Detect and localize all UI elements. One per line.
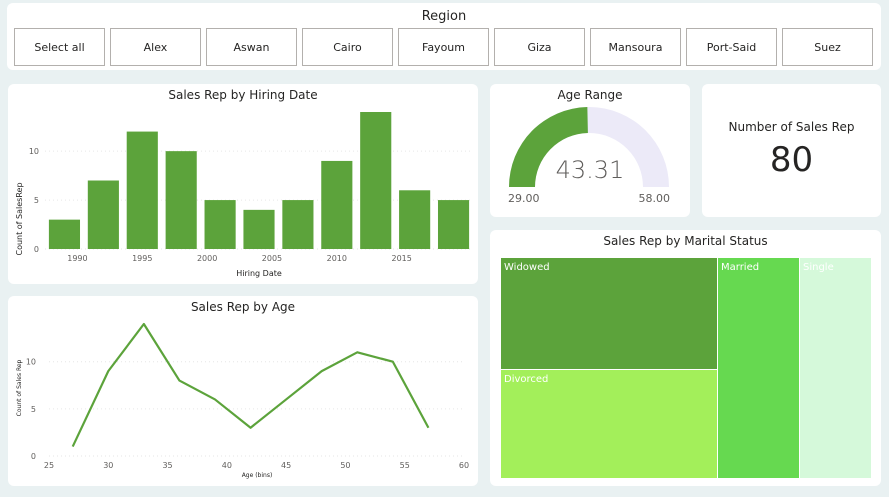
marital-status-treemap: Sales Rep by Marital Status Widowed Divo… <box>490 230 881 486</box>
hiring-y-tick: 10 <box>29 147 39 156</box>
hiring-x-tick: 2015 <box>391 254 411 263</box>
hiring-bar <box>165 151 197 249</box>
age-chart-canvas: Count of Sales Rep Age (bins) 0 5 10 25 30 35… <box>16 322 469 479</box>
age-series-line <box>71 322 430 448</box>
region-option-select-all[interactable]: Select all <box>14 28 105 66</box>
age-x-tick: 55 <box>400 461 410 470</box>
gauge-min-label: 29.00 <box>508 192 540 205</box>
hiring-bar <box>204 200 236 249</box>
region-option-mansoura[interactable]: Mansoura <box>590 28 681 66</box>
treemap-tile-divorced[interactable]: Divorced <box>501 370 717 478</box>
kpi-label: Number of Sales Rep <box>728 120 855 134</box>
treemap-tile-widowed[interactable]: Widowed <box>501 258 717 369</box>
hiring-x-tick: 2010 <box>327 254 347 263</box>
hiring-x-tick: 2000 <box>197 254 217 263</box>
treemap-label-married: Married <box>721 262 760 273</box>
region-option-port-said[interactable]: Port-Said <box>686 28 777 66</box>
hiring-date-chart: Sales Rep by Hiring Date Count of SalesR… <box>8 84 478 284</box>
hiring-bar <box>282 200 314 249</box>
age-x-tick: 30 <box>103 461 113 470</box>
hiring-bar <box>437 200 470 249</box>
region-option-cairo[interactable]: Cairo <box>302 28 393 66</box>
kpi-value: 80 <box>769 140 814 180</box>
age-x-tick: 45 <box>281 461 291 470</box>
hiring-x-tick: 1990 <box>67 254 87 263</box>
age-x-tick: 35 <box>162 461 172 470</box>
gauge-value: 43.31 <box>555 156 625 184</box>
region-option-giza[interactable]: Giza <box>494 28 585 66</box>
region-option-fayoum[interactable]: Fayoum <box>398 28 489 66</box>
gauge-max-label: 58.00 <box>638 192 671 205</box>
hiring-bar <box>399 190 431 249</box>
hiring-y-tick: 0 <box>34 245 39 254</box>
treemap-tile-single[interactable]: Single <box>800 258 871 478</box>
age-x-tick: 25 <box>44 461 54 470</box>
hiring-x-tick: 2005 <box>262 254 282 263</box>
treemap-tile-married[interactable]: Married <box>718 258 799 478</box>
marital-chart-title: Sales Rep by Marital Status <box>603 234 768 248</box>
hiring-y-tick: 5 <box>34 196 39 205</box>
hiring-y-axis-title: Count of SalesRep <box>15 182 24 255</box>
region-option-aswan[interactable]: Aswan <box>206 28 297 66</box>
age-y-axis-title: Count of Sales Rep <box>16 359 23 416</box>
hiring-x-tick: 1995 <box>132 254 152 263</box>
age-range-gauge: Age Range 43.31 29.00 58.00 <box>490 84 690 217</box>
hiring-bar <box>243 209 275 249</box>
region-slicer: Region Select all Alex Aswan Cairo Fayou… <box>7 3 881 70</box>
age-x-axis-title: Age (bins) <box>242 472 273 479</box>
region-option-suez[interactable]: Suez <box>782 28 873 66</box>
treemap-label-single: Single <box>803 262 834 273</box>
hiring-bar <box>321 160 353 249</box>
hiring-x-axis-title: Hiring Date <box>236 269 282 278</box>
hiring-bar <box>126 131 158 249</box>
treemap-label-widowed: Widowed <box>504 262 550 273</box>
age-y-tick: 10 <box>26 358 36 367</box>
hiring-bar <box>48 219 81 249</box>
age-y-tick: 5 <box>31 405 36 414</box>
sales-rep-count-card: Number of Sales Rep 80 <box>702 84 881 217</box>
region-slicer-title: Region <box>421 9 467 24</box>
age-y-tick: 0 <box>31 452 36 461</box>
region-option-alex[interactable]: Alex <box>110 28 201 66</box>
hiring-bar <box>87 180 119 249</box>
age-x-tick: 60 <box>459 461 469 470</box>
age-x-tick: 40 <box>222 461 232 470</box>
age-x-tick: 50 <box>340 461 350 470</box>
treemap-label-divorced: Divorced <box>504 374 549 385</box>
hiring-bar <box>360 112 392 249</box>
hiring-chart-canvas: Count of SalesRep Hiring Date 0 5 10 1990 19… <box>15 112 473 278</box>
age-chart: Sales Rep by Age Count of Sales Rep Age … <box>8 296 478 486</box>
